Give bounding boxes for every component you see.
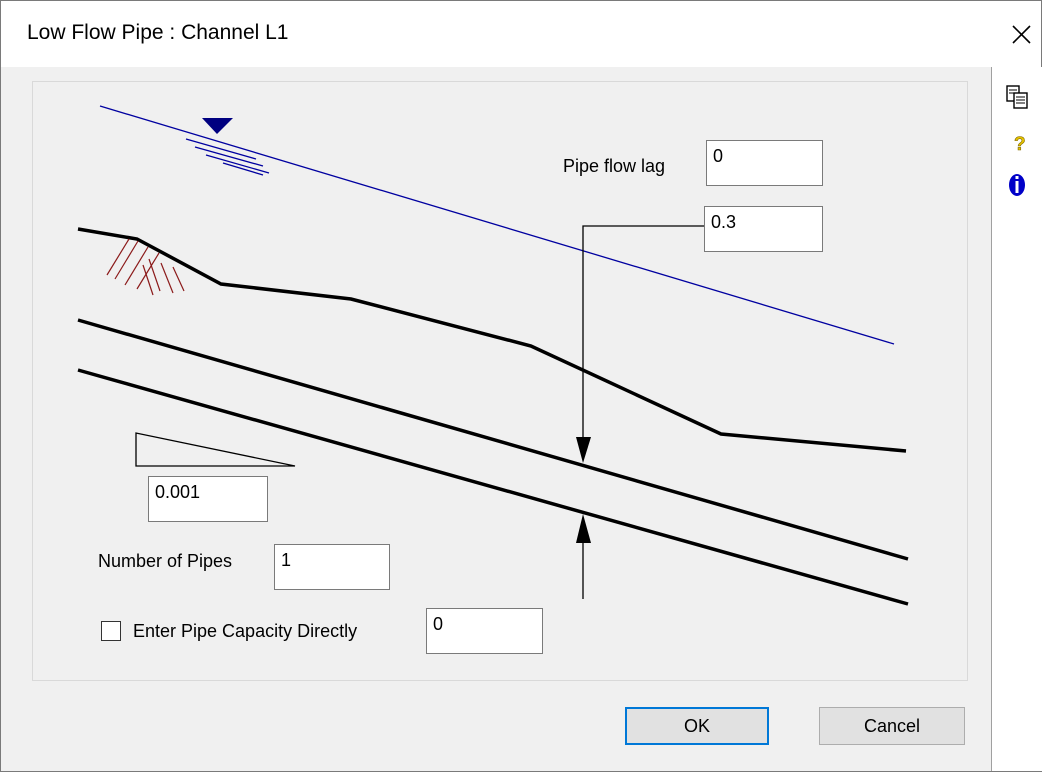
info-icon[interactable]: [1004, 171, 1032, 199]
ground-profile-line: [77, 227, 907, 453]
number-of-pipes-label: Number of Pipes: [98, 551, 233, 571]
pipe-flow-lag-label: Pipe flow lag: [563, 156, 666, 176]
low-flow-pipe-diagram: [77, 105, 909, 606]
right-toolbar: ?: [991, 67, 1042, 771]
enter-capacity-checkbox[interactable]: [101, 621, 121, 641]
dialog-window: Low Flow Pipe : Channel L1 ? Pipe flow l…: [0, 0, 1042, 772]
slope-input[interactable]: 0.001: [148, 476, 268, 522]
ground-hatch: [106, 238, 185, 296]
up-arrow-icon: [576, 514, 591, 543]
pipe-flow-lag-input[interactable]: 0: [706, 140, 823, 186]
down-arrow-icon: [576, 437, 591, 463]
close-icon: [1012, 25, 1031, 44]
help-icon[interactable]: ?: [1004, 129, 1032, 157]
pipe-capacity-input[interactable]: 0: [426, 608, 543, 654]
svg-text:?: ?: [1014, 134, 1026, 155]
diameter-leader-line: [582, 225, 704, 456]
water-level-icon: [185, 118, 270, 176]
ok-button[interactable]: OK: [625, 707, 769, 745]
copy-icon[interactable]: [1004, 83, 1032, 111]
close-button[interactable]: [999, 11, 1041, 55]
pipe-diameter-input[interactable]: 0.3: [704, 206, 823, 252]
cancel-button[interactable]: Cancel: [819, 707, 965, 745]
number-of-pipes-input[interactable]: 1: [274, 544, 390, 590]
enter-capacity-label[interactable]: Enter Pipe Capacity Directly: [133, 621, 357, 642]
slope-triangle: [135, 432, 296, 467]
